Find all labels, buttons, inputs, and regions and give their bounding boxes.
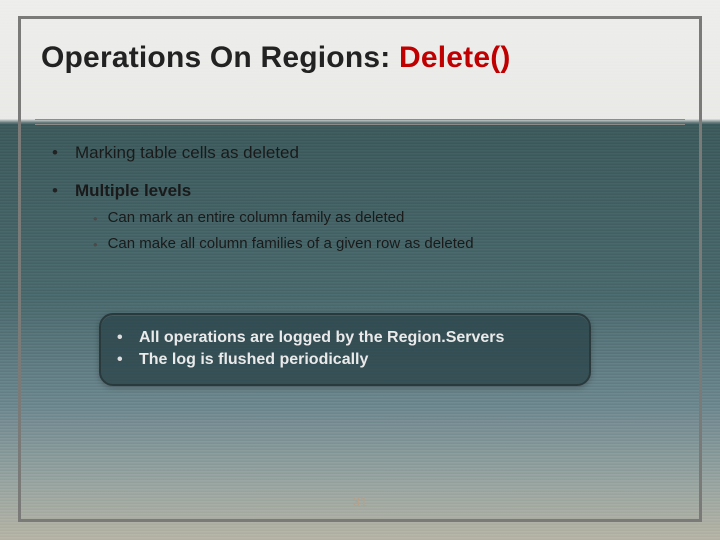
slide-number: 31 (21, 494, 699, 509)
title-divider (35, 119, 685, 125)
sub-bullet-list: • Can mark an entire column family as de… (93, 209, 669, 255)
callout-text: All operations are logged by the Region.… (139, 327, 504, 349)
slide-title: Operations On Regions: Delete() (41, 41, 679, 75)
sub-bullet-text: Can make all column families of a given … (108, 235, 474, 255)
bullet-glyph: • (51, 143, 59, 163)
bullet-glyph: • (93, 235, 98, 255)
list-item: • Can make all column families of a give… (93, 235, 669, 255)
bullet-glyph: • (117, 349, 127, 371)
callout-list: • All operations are logged by the Regio… (117, 327, 573, 370)
bullet-list: • Marking table cells as deleted • Multi… (51, 143, 669, 255)
callout-box: • All operations are logged by the Regio… (99, 313, 591, 386)
slide-body: • Marking table cells as deleted • Multi… (51, 143, 669, 273)
slide-frame: Operations On Regions: Delete() • Markin… (18, 16, 702, 522)
bullet-glyph: • (51, 181, 59, 201)
bullet-text: Multiple levels (75, 181, 191, 201)
bullet-glyph: • (93, 209, 98, 229)
bullet-text: Marking table cells as deleted (75, 143, 299, 163)
callout-text: The log is flushed periodically (139, 349, 368, 371)
title-prefix: Operations On Regions: (41, 41, 399, 74)
title-accent: Delete() (399, 41, 511, 74)
slide-header: Operations On Regions: Delete() (21, 19, 699, 89)
bullet-glyph: • (117, 327, 127, 349)
list-item: • Can mark an entire column family as de… (93, 209, 669, 229)
sub-bullet-text: Can mark an entire column family as dele… (108, 209, 405, 229)
list-item: • The log is flushed periodically (117, 349, 573, 371)
list-item: • Marking table cells as deleted (51, 143, 669, 163)
list-item: • Multiple levels • Can mark an entire c… (51, 181, 669, 255)
list-item: • All operations are logged by the Regio… (117, 327, 573, 349)
